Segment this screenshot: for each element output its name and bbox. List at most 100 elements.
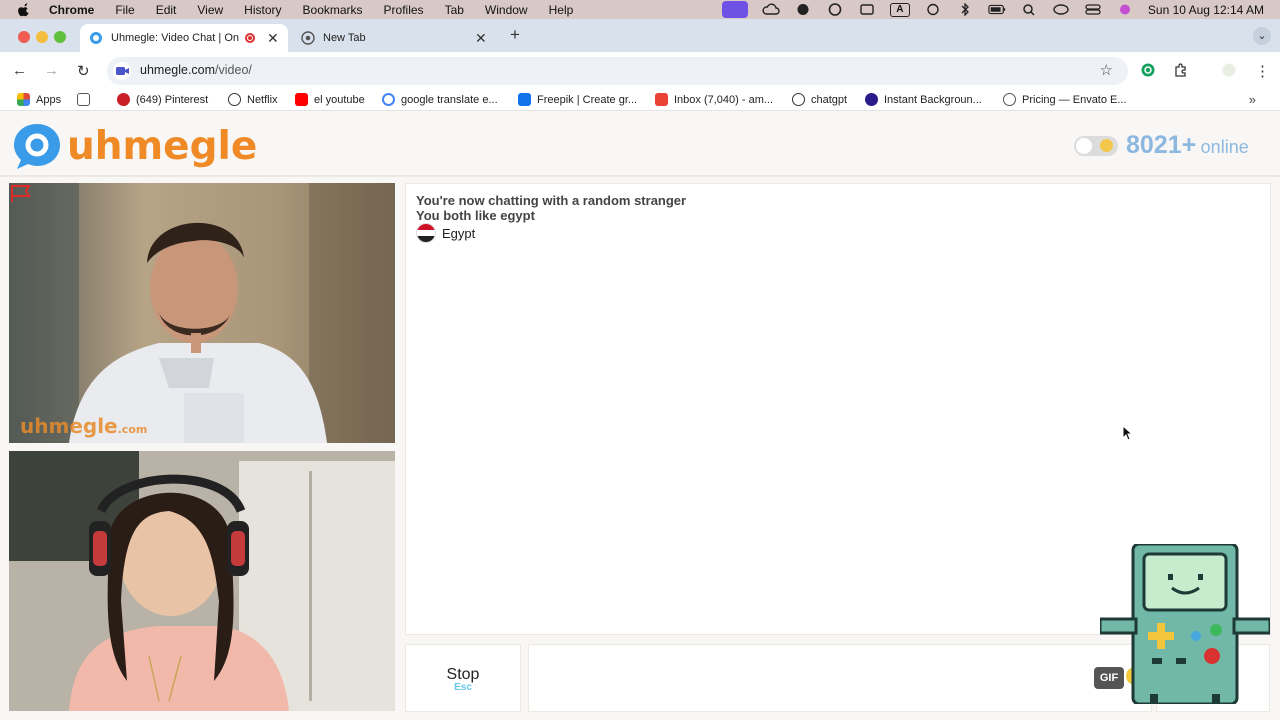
- bookmark-label: (649) Pinterest: [136, 93, 209, 106]
- cloud-icon[interactable]: [762, 3, 780, 16]
- keyboard-input-indicator[interactable]: A: [889, 2, 910, 17]
- macos-menu-bar: Chrome File Edit View History Bookmarks …: [0, 0, 1280, 19]
- minimize-window-button[interactable]: [36, 31, 48, 43]
- menu-bookmarks[interactable]: Bookmarks: [303, 3, 363, 17]
- egypt-flag-icon: [416, 223, 436, 243]
- tab-uhmegle[interactable]: Uhmegle: Video Chat | On ✕: [80, 24, 288, 52]
- chat-status-message: You're now chatting with a random strang…: [416, 193, 687, 208]
- header-divider: [0, 175, 1280, 177]
- search-icon[interactable]: [1020, 3, 1038, 16]
- globe-icon: [228, 93, 241, 106]
- bookmark-pinterest[interactable]: (649) Pinterest: [117, 93, 208, 106]
- more-bookmarks-button[interactable]: »: [1249, 92, 1256, 107]
- window-icon[interactable]: [858, 3, 876, 16]
- link-icon[interactable]: [1052, 3, 1070, 16]
- youtube-icon: [295, 93, 308, 106]
- forward-button[interactable]: →: [44, 62, 59, 79]
- extensions-puzzle-icon[interactable]: [1174, 63, 1188, 77]
- bookmark-chatgpt[interactable]: chatgpt: [792, 93, 847, 106]
- maximize-window-button[interactable]: [54, 31, 66, 43]
- bookmark-apps[interactable]: Apps: [17, 93, 61, 106]
- menu-edit[interactable]: Edit: [156, 3, 177, 17]
- stop-shortcut-hint: Esc: [454, 682, 472, 693]
- uhmegle-page: uhmegle 8021+ online uhmegle.com You're …: [0, 111, 1280, 720]
- profile-avatar-icon[interactable]: [1222, 63, 1236, 77]
- menu-help[interactable]: Help: [549, 3, 574, 17]
- uhmegle-logo[interactable]: uhmegle: [11, 121, 257, 171]
- close-tab-icon[interactable]: ✕: [475, 30, 487, 47]
- tab-label: Uhmegle: Video Chat | On: [111, 32, 239, 44]
- bookmark-instant-background[interactable]: Instant Backgroun...: [865, 93, 982, 106]
- menu-chrome[interactable]: Chrome: [49, 3, 94, 17]
- close-tab-icon[interactable]: ✕: [267, 30, 279, 47]
- bookmarks-bar: Apps (649) Pinterest Netflix el youtube …: [0, 89, 1280, 111]
- game-controller-icon[interactable]: [794, 3, 812, 16]
- toggle-knob: [1076, 138, 1092, 154]
- menu-tab[interactable]: Tab: [445, 3, 464, 17]
- bookmark-tab-groups[interactable]: [77, 93, 96, 106]
- screen-recording-icon[interactable]: [721, 1, 748, 18]
- bookmark-google-translate[interactable]: google translate e...: [382, 93, 498, 106]
- bookmark-label: Apps: [36, 93, 62, 106]
- watermark-text: uhmegle: [20, 414, 118, 438]
- stranger-video: uhmegle.com: [9, 183, 395, 443]
- google-icon: [382, 93, 395, 106]
- bookmark-label: google translate e...: [401, 93, 498, 106]
- recording-icon: [245, 33, 255, 43]
- bookmark-gmail[interactable]: Inbox (7,040) - am...: [655, 93, 773, 106]
- tab-search-dropdown[interactable]: ⌄: [1253, 27, 1271, 45]
- self-video: [9, 451, 395, 711]
- control-center-icon[interactable]: [1084, 3, 1102, 16]
- back-button[interactable]: ←: [12, 62, 27, 79]
- menu-window[interactable]: Window: [485, 3, 528, 17]
- slack-icon[interactable]: [826, 3, 844, 16]
- stop-button[interactable]: Stop Esc: [405, 644, 521, 712]
- bookmark-label: Freepik | Create gr...: [537, 93, 638, 106]
- menubar-clock[interactable]: Sun 10 Aug 12:14 AM: [1148, 3, 1264, 17]
- chat-bubble-logo-icon: [14, 124, 60, 169]
- new-tab-button[interactable]: +: [510, 25, 520, 45]
- tab-new-tab[interactable]: New Tab ✕: [292, 24, 500, 52]
- self-video-frame: [9, 451, 395, 711]
- bookmark-envato[interactable]: Pricing — Envato E...: [1003, 93, 1127, 106]
- menu-history[interactable]: History: [244, 3, 281, 17]
- timer-icon[interactable]: [924, 3, 942, 16]
- report-flag-icon[interactable]: [9, 183, 33, 203]
- bookmark-label: Netflix: [247, 93, 278, 106]
- siri-icon[interactable]: [1116, 3, 1134, 16]
- battery-icon[interactable]: [988, 3, 1006, 16]
- bookmark-label: Instant Backgroun...: [884, 93, 982, 106]
- bookmark-freepik[interactable]: Freepik | Create gr...: [518, 93, 637, 106]
- site-info-icon[interactable]: [113, 62, 131, 80]
- common-interest-message: You both like egypt: [416, 208, 535, 223]
- apple-icon[interactable]: [17, 2, 31, 17]
- chatgpt-icon: [792, 93, 805, 106]
- bluetooth-icon[interactable]: [956, 3, 974, 16]
- bookmark-netflix[interactable]: Netflix: [228, 93, 278, 106]
- grammarly-extension-icon[interactable]: [1141, 63, 1155, 77]
- tab-strip: Uhmegle: Video Chat | On ✕ New Tab ✕ + ⌄: [0, 19, 1280, 52]
- browser-toolbar: ← → ↻ uhmegle.com/video/ ☆ ⋮: [0, 52, 1280, 89]
- bookmark-label: Pricing — Envato E...: [1022, 93, 1127, 106]
- message-input[interactable]: [528, 644, 1152, 712]
- globe-icon: [1003, 93, 1016, 106]
- stranger-video-frame: [9, 183, 395, 443]
- bookmark-star-icon[interactable]: ☆: [1100, 61, 1113, 79]
- close-window-button[interactable]: [18, 31, 30, 43]
- url-text[interactable]: uhmegle.com/video/: [140, 63, 252, 77]
- bookmark-label: Inbox (7,040) - am...: [674, 93, 774, 106]
- reload-button[interactable]: ↻: [77, 62, 90, 80]
- dark-mode-toggle[interactable]: [1074, 136, 1118, 156]
- freepik-icon: [518, 93, 531, 106]
- chrome-menu-button[interactable]: ⋮: [1255, 62, 1270, 80]
- menu-profiles[interactable]: Profiles: [384, 3, 424, 17]
- address-bar[interactable]: uhmegle.com/video/ ☆: [107, 57, 1128, 85]
- photoroom-icon: [865, 93, 878, 106]
- uhmegle-watermark: uhmegle.com: [20, 414, 147, 438]
- menu-view[interactable]: View: [197, 3, 223, 17]
- bookmark-label: chatgpt: [811, 93, 848, 106]
- watermark-suffix: .com: [117, 423, 148, 436]
- bookmark-youtube[interactable]: el youtube: [295, 93, 365, 106]
- menu-file[interactable]: File: [115, 3, 134, 17]
- bookmark-label: el youtube: [314, 93, 365, 106]
